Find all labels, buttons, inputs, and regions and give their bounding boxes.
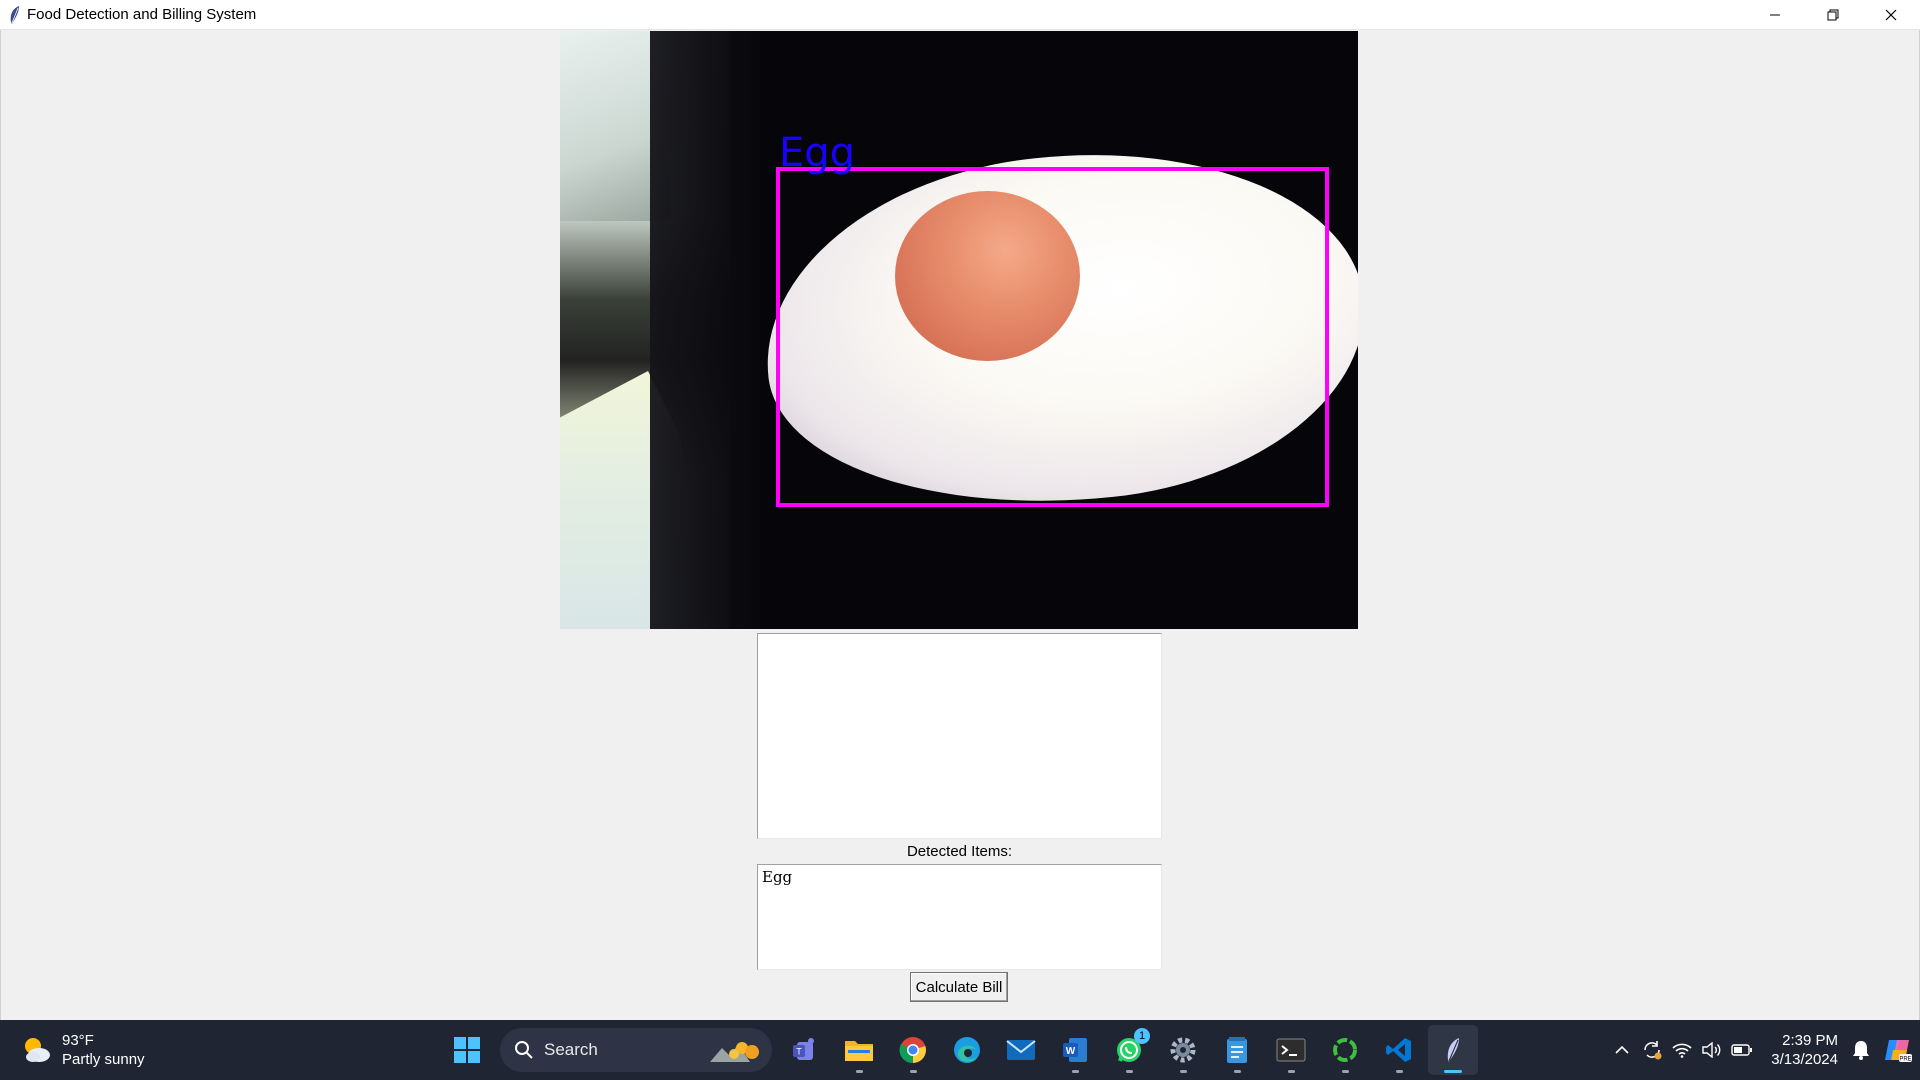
- tkinter-app[interactable]: [1428, 1025, 1478, 1075]
- detected-items-textbox[interactable]: Egg: [757, 864, 1162, 970]
- restore-button[interactable]: [1804, 0, 1862, 30]
- minimize-icon: [1770, 14, 1780, 16]
- clock-date: 3/13/2024: [1771, 1051, 1838, 1068]
- settings-app[interactable]: [1158, 1025, 1208, 1075]
- bell-icon: [1853, 1041, 1869, 1060]
- file-explorer-icon: [845, 1041, 873, 1061]
- start-button[interactable]: [442, 1025, 492, 1075]
- search-icon: [515, 1041, 533, 1059]
- chrome-app[interactable]: [888, 1025, 938, 1075]
- detection-label: Egg: [779, 130, 856, 176]
- notifications-button[interactable]: [1846, 1030, 1876, 1070]
- terminal-icon: [1276, 1038, 1306, 1062]
- partly-sunny-icon: [25, 1038, 50, 1062]
- edge-app[interactable]: [942, 1025, 992, 1075]
- close-icon: [1885, 9, 1897, 21]
- camera-feed: Egg: [560, 31, 1358, 629]
- vscode-icon: [1386, 1038, 1411, 1062]
- window-title: Food Detection and Billing System: [27, 6, 257, 23]
- svg-text:T: T: [796, 1047, 802, 1057]
- system-tray: 2:39 PM 3/13/2024 PRE: [1607, 1020, 1920, 1080]
- feather-app-icon: [0, 0, 30, 30]
- file-explorer-app[interactable]: [834, 1025, 884, 1075]
- active-indicator: [1444, 1070, 1462, 1073]
- volume-icon: [1702, 1042, 1721, 1058]
- sync-icon: [1644, 1041, 1662, 1060]
- search-placeholder: Search: [544, 1040, 598, 1059]
- wifi-icon: [1672, 1043, 1692, 1058]
- background-shadow: [650, 31, 760, 629]
- copilot-button[interactable]: PRE: [1876, 1030, 1920, 1070]
- notepad-app[interactable]: [1212, 1025, 1262, 1075]
- spinner-app[interactable]: [1320, 1025, 1370, 1075]
- terminal-app[interactable]: [1266, 1025, 1316, 1075]
- taskbar: 93°F Partly sunny Search T W 1 2:39 PM 3…: [0, 1020, 1920, 1080]
- detection-bounding-box: [776, 167, 1329, 507]
- weather-condition: Partly sunny: [62, 1051, 145, 1068]
- running-indicator: [910, 1070, 917, 1073]
- copilot-icon: PRE: [1885, 1040, 1912, 1063]
- word-app[interactable]: W: [1050, 1025, 1100, 1075]
- title-bar: Food Detection and Billing System: [0, 0, 1920, 30]
- weather-widget[interactable]: 93°F Partly sunny: [20, 1020, 145, 1080]
- volume-button[interactable]: [1697, 1030, 1727, 1070]
- calculate-bill-button[interactable]: Calculate Bill: [910, 972, 1008, 1002]
- output-textbox[interactable]: [757, 633, 1162, 839]
- edge-icon: [954, 1037, 980, 1063]
- running-indicator: [1234, 1070, 1241, 1073]
- mail-icon: [1006, 1040, 1036, 1060]
- running-indicator: [1180, 1070, 1187, 1073]
- mail-app[interactable]: [996, 1025, 1046, 1075]
- battery-icon: [1731, 1044, 1753, 1056]
- weather-temperature: 93°F: [62, 1032, 94, 1049]
- running-indicator: [856, 1070, 863, 1073]
- clock-time: 2:39 PM: [1782, 1032, 1838, 1049]
- word-icon: W: [1063, 1038, 1087, 1062]
- battery-button[interactable]: [1727, 1030, 1757, 1070]
- feather-icon: [1447, 1038, 1459, 1062]
- detected-items-label: Detected Items:: [906, 843, 1013, 860]
- close-button[interactable]: [1862, 0, 1920, 30]
- vscode-app[interactable]: [1374, 1025, 1424, 1075]
- notepad-icon: [1227, 1037, 1247, 1063]
- running-indicator: [1126, 1070, 1133, 1073]
- clock[interactable]: 2:39 PM 3/13/2024: [1771, 1031, 1838, 1069]
- search-highlight-icon: [710, 1042, 759, 1062]
- chrome-icon: [899, 1037, 926, 1064]
- running-indicator: [1342, 1070, 1349, 1073]
- sync-tray-button[interactable]: [1637, 1030, 1667, 1070]
- minimize-button[interactable]: [1746, 0, 1804, 30]
- running-indicator: [1072, 1070, 1079, 1073]
- restore-icon: [1827, 9, 1839, 21]
- running-indicator: [1288, 1070, 1295, 1073]
- teams-icon: T: [793, 1038, 814, 1060]
- chevron-up-icon: [1615, 1045, 1629, 1054]
- whatsapp-app[interactable]: 1: [1104, 1025, 1154, 1075]
- taskbar-search[interactable]: Search: [500, 1028, 772, 1072]
- windows-start-icon: [454, 1037, 480, 1063]
- show-hidden-icons-button[interactable]: [1607, 1030, 1637, 1070]
- svg-text:W: W: [1066, 1046, 1076, 1057]
- green-circle-app-icon: [1333, 1038, 1357, 1062]
- wifi-button[interactable]: [1667, 1030, 1697, 1070]
- notification-badge: 1: [1134, 1028, 1150, 1044]
- running-indicator: [1396, 1070, 1403, 1073]
- teams-app[interactable]: T: [780, 1025, 830, 1075]
- gear-icon: [1170, 1037, 1196, 1063]
- svg-text:PRE: PRE: [1899, 1057, 1911, 1063]
